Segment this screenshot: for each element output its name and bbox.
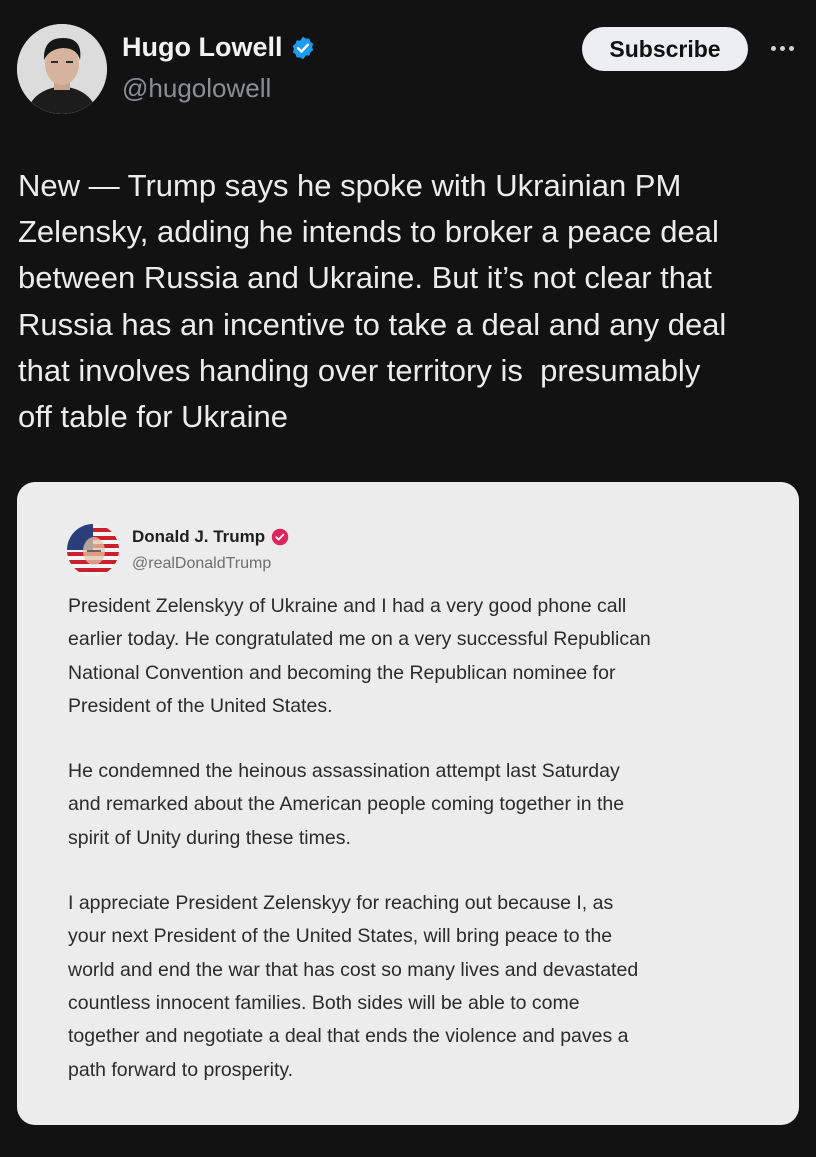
quoted-paragraph: He condemned the heinous assassination a…	[68, 760, 625, 849]
quoted-post-body: President Zelenskyy of Ukraine and I had…	[68, 590, 788, 1119]
author-name-text[interactable]: Hugo Lowell	[122, 32, 282, 63]
quoted-paragraph: I appreciate President Zelenskyy for rea…	[68, 892, 639, 1081]
author-avatar[interactable]	[17, 24, 107, 114]
quoted-paragraph: President Zelenskyy of Ukraine and I had…	[68, 595, 651, 717]
subscribe-button[interactable]: Subscribe	[582, 27, 748, 71]
author-handle[interactable]: @hugolowell	[122, 73, 271, 104]
quoted-author-name-text: Donald J. Trump	[132, 527, 266, 546]
verified-badge-icon	[271, 528, 289, 546]
post-text: New — Trump says he spoke with Ukrainian…	[18, 168, 727, 435]
more-horizontal-icon	[770, 45, 776, 51]
more-options-button[interactable]	[762, 30, 802, 66]
quoted-post-card[interactable]: Donald J. Trump @realDonaldTrump Preside…	[17, 482, 799, 1125]
quoted-author-avatar	[67, 524, 119, 576]
more-horizontal-icon-dot	[788, 45, 794, 51]
verified-badge-icon	[293, 36, 314, 59]
quoted-author-name: Donald J. Trump	[132, 527, 289, 547]
more-horizontal-icon-dot	[779, 45, 785, 51]
quoted-author-handle: @realDonaldTrump	[132, 555, 272, 572]
author-name[interactable]: Hugo Lowell	[122, 32, 316, 63]
